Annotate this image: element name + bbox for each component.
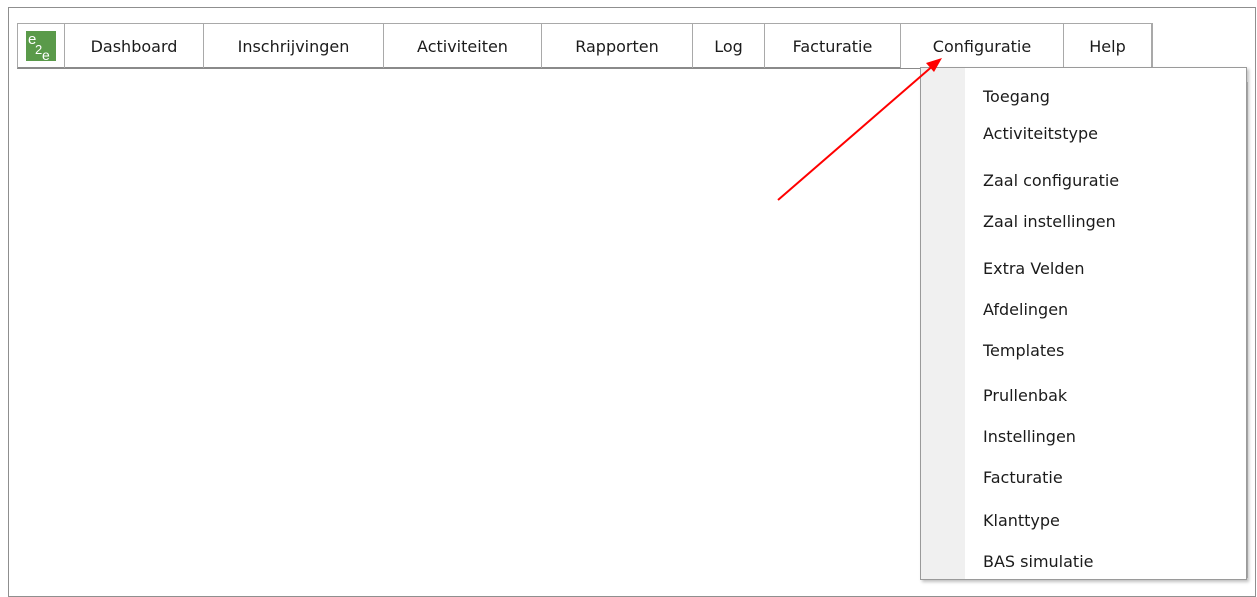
dropdown-item-zaal-instellingen[interactable]: Zaal instellingen (983, 207, 1116, 237)
dropdown-item-bas-simulatie[interactable]: BAS simulatie (983, 547, 1093, 577)
menu-inschrijvingen[interactable]: Inschrijvingen (204, 24, 384, 68)
dropdown-item-instellingen[interactable]: Instellingen (983, 422, 1076, 452)
configuratie-dropdown-menu: Toegang Activiteitstype Zaal configurati… (920, 67, 1247, 580)
dropdown-item-facturatie[interactable]: Facturatie (983, 463, 1063, 493)
dropdown-item-prullenbak[interactable]: Prullenbak (983, 381, 1067, 411)
logo-graphic: e 2 e (26, 31, 56, 61)
dropdown-item-activiteitstype[interactable]: Activiteitstype (983, 119, 1098, 149)
menu-configuratie[interactable]: Configuratie (901, 24, 1064, 68)
main-menubar: e 2 e Dashboard Inschrijvingen Activitei… (17, 23, 1153, 69)
dropdown-item-extra-velden[interactable]: Extra Velden (983, 254, 1084, 284)
menu-help[interactable]: Help (1064, 24, 1152, 68)
menu-activiteiten[interactable]: Activiteiten (384, 24, 542, 68)
dropdown-item-zaal-configuratie[interactable]: Zaal configuratie (983, 166, 1119, 196)
dropdown-item-toegang[interactable]: Toegang (983, 82, 1050, 112)
dropdown-item-afdelingen[interactable]: Afdelingen (983, 295, 1068, 325)
svg-text:e: e (42, 47, 50, 61)
content-scroll-edge (1247, 82, 1256, 578)
menu-facturatie[interactable]: Facturatie (765, 24, 901, 68)
dropdown-item-templates[interactable]: Templates (983, 336, 1064, 366)
menu-rapporten[interactable]: Rapporten (542, 24, 693, 68)
e2e-logo-icon[interactable]: e 2 e (18, 24, 65, 68)
dropdown-icon-gutter (921, 68, 965, 579)
menu-dashboard[interactable]: Dashboard (65, 24, 204, 68)
menu-log[interactable]: Log (693, 24, 765, 68)
dropdown-item-klanttype[interactable]: Klanttype (983, 506, 1060, 536)
